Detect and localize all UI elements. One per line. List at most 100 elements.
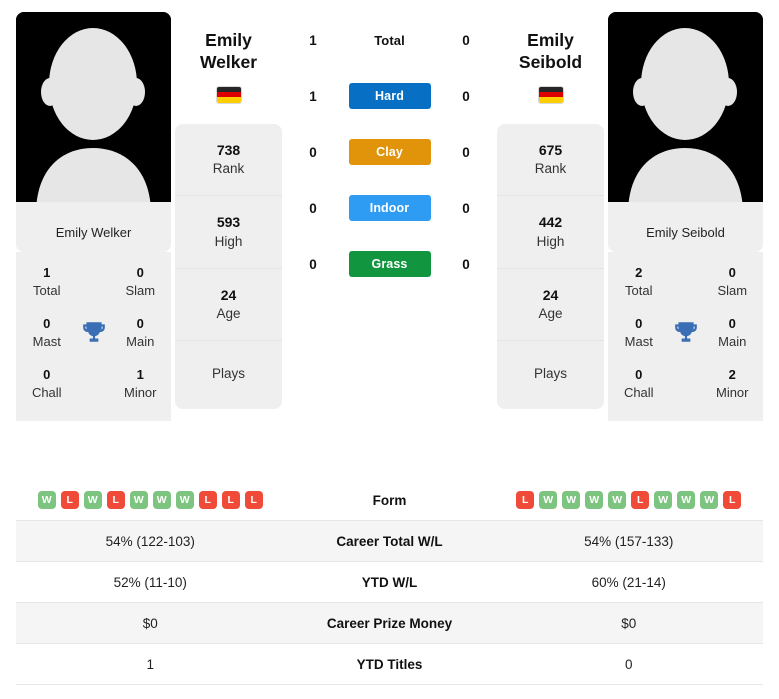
- form-badge-win: W: [562, 491, 581, 509]
- label: Chall: [31, 384, 62, 400]
- left-stat-age: 24 Age: [175, 269, 282, 342]
- form-badge-loss: L: [723, 491, 742, 509]
- form-badge-win: W: [654, 491, 673, 509]
- form-badge-win: W: [83, 491, 102, 509]
- form-badge-win: W: [677, 491, 696, 509]
- label: High: [536, 233, 565, 249]
- table-row-form: WLWLWWWLLL Form LWWWWLWWWL: [16, 480, 763, 521]
- right-stat-high: 442 High: [497, 196, 604, 269]
- right-value: $0: [621, 615, 637, 631]
- form-badge-loss: L: [631, 491, 650, 509]
- label: Plays: [211, 366, 245, 382]
- label: Rank: [212, 161, 245, 177]
- form-badge-loss: L: [516, 491, 535, 509]
- comparison-table: WLWLWWWLLL Form LWWWWLWWWL 54% (122-103)…: [16, 480, 763, 685]
- value: 0: [43, 367, 51, 383]
- surface-badge-clay[interactable]: Clay: [348, 139, 431, 165]
- right-player-name[interactable]: Emily Seibold: [497, 12, 604, 74]
- value: 0: [635, 316, 643, 332]
- h2h-row-hard: 1 Hard 0: [290, 68, 489, 124]
- form-badge-win: W: [37, 491, 56, 509]
- person-silhouette-icon: [16, 12, 171, 214]
- h2h-left-score: 0: [309, 144, 317, 160]
- left-stat-plays: Plays: [175, 341, 282, 409]
- h2h-left-score: 1: [309, 32, 317, 48]
- value: 442: [538, 214, 563, 231]
- form-badge-loss: L: [106, 491, 125, 509]
- value: 675: [538, 141, 563, 158]
- surface-badge-grass[interactable]: Grass: [348, 251, 431, 277]
- label: Total: [625, 282, 653, 298]
- h2h-right-score: 0: [462, 200, 470, 216]
- head-to-head-column: 1 Total 0 1 Hard 0 0 Clay 0 0 Indoor 0 0: [286, 12, 493, 292]
- right-stat-age: 24 Age: [497, 269, 604, 342]
- value: 24: [542, 286, 559, 303]
- h2h-left-score: 0: [309, 200, 317, 216]
- surface-badge-indoor[interactable]: Indoor: [348, 195, 431, 221]
- right-title-slam: 0 Slam: [708, 256, 758, 305]
- left-titles-box: 1 Total 0 Slam 0 Mast 0 Main 0 Chall 1 M…: [16, 252, 171, 422]
- right-photo-caption: Emily Seibold: [608, 214, 763, 252]
- right-stat-plays: Plays: [497, 341, 604, 409]
- right-rank-card: 675 Rank 442 High 24 Age Plays: [497, 123, 604, 410]
- left-player-photo: [16, 12, 171, 214]
- right-value: 60% (21-14): [591, 574, 666, 590]
- left-title-mast: 0 Mast: [22, 307, 72, 356]
- label: Minor: [123, 384, 157, 400]
- value: 2: [635, 265, 643, 280]
- left-player-card: Emily Welker: [16, 12, 171, 252]
- left-country-flag-icon: [175, 85, 282, 104]
- h2h-row-indoor: 0 Indoor 0: [290, 180, 489, 236]
- form-badge-win: W: [152, 491, 171, 509]
- form-badge-loss: L: [198, 491, 217, 509]
- table-row-ytd-titles: 1 YTD Titles 0: [16, 644, 763, 685]
- table-row-career-total-wl: 54% (122-103) Career Total W/L 54% (157-…: [16, 521, 763, 562]
- surface-badge-hard[interactable]: Hard: [348, 83, 431, 109]
- left-title-minor: 1 Minor: [116, 358, 166, 407]
- right-title-main: 0 Main: [708, 307, 758, 356]
- value: 738: [216, 141, 241, 158]
- row-label: Career Prize Money: [326, 615, 453, 631]
- surface-label-total: Total: [374, 32, 405, 48]
- label: Main: [126, 333, 155, 349]
- left-title-chall: 0 Chall: [22, 358, 72, 407]
- person-silhouette-icon: [608, 12, 763, 214]
- label: Minor: [715, 384, 749, 400]
- left-value: 1: [146, 656, 154, 672]
- right-value: 54% (157-133): [584, 533, 674, 549]
- left-stat-rank: 738 Rank: [175, 124, 282, 197]
- h2h-left-score: 1: [309, 88, 317, 104]
- right-country-flag-icon: [497, 85, 604, 104]
- right-titles-box: 2 Total 0 Slam 0 Mast 0 Main 0 Chall 2 M…: [608, 252, 763, 422]
- table-row-career-prize-money: $0 Career Prize Money $0: [16, 603, 763, 644]
- value: 1: [136, 367, 144, 383]
- form-badge-win: W: [129, 491, 148, 509]
- label: Mast: [32, 333, 61, 349]
- right-form-badges: LWWWWLWWWL: [495, 485, 764, 515]
- label: Total: [33, 282, 61, 298]
- h2h-right-score: 0: [462, 256, 470, 272]
- left-stat-high: 593 High: [175, 196, 282, 269]
- left-form-badges: WLWLWWWLLL: [16, 485, 285, 515]
- trophy-icon: [664, 319, 708, 345]
- form-badge-loss: L: [244, 491, 263, 509]
- right-player-card: Emily Seibold: [608, 12, 763, 252]
- value: 0: [728, 316, 736, 332]
- label: Age: [538, 306, 563, 322]
- value: 593: [216, 214, 241, 231]
- right-title-total: 2 Total: [614, 256, 664, 305]
- label: Main: [718, 333, 747, 349]
- left-player-summary: Emily Welker 738 Rank 593 High 24 Age Pl…: [171, 12, 286, 410]
- right-stat-rank: 675 Rank: [497, 124, 604, 197]
- label: Mast: [624, 333, 653, 349]
- h2h-row-total: 1 Total 0: [290, 12, 489, 68]
- label: Age: [216, 306, 241, 322]
- left-value: 54% (122-103): [105, 533, 195, 549]
- h2h-right-score: 0: [462, 32, 470, 48]
- value: 0: [728, 265, 736, 280]
- left-player-name[interactable]: Emily Welker: [175, 12, 282, 74]
- label: Slam: [717, 282, 748, 298]
- form-badge-loss: L: [221, 491, 240, 509]
- left-rank-card: 738 Rank 593 High 24 Age Plays: [175, 123, 282, 410]
- value: 2: [728, 367, 736, 383]
